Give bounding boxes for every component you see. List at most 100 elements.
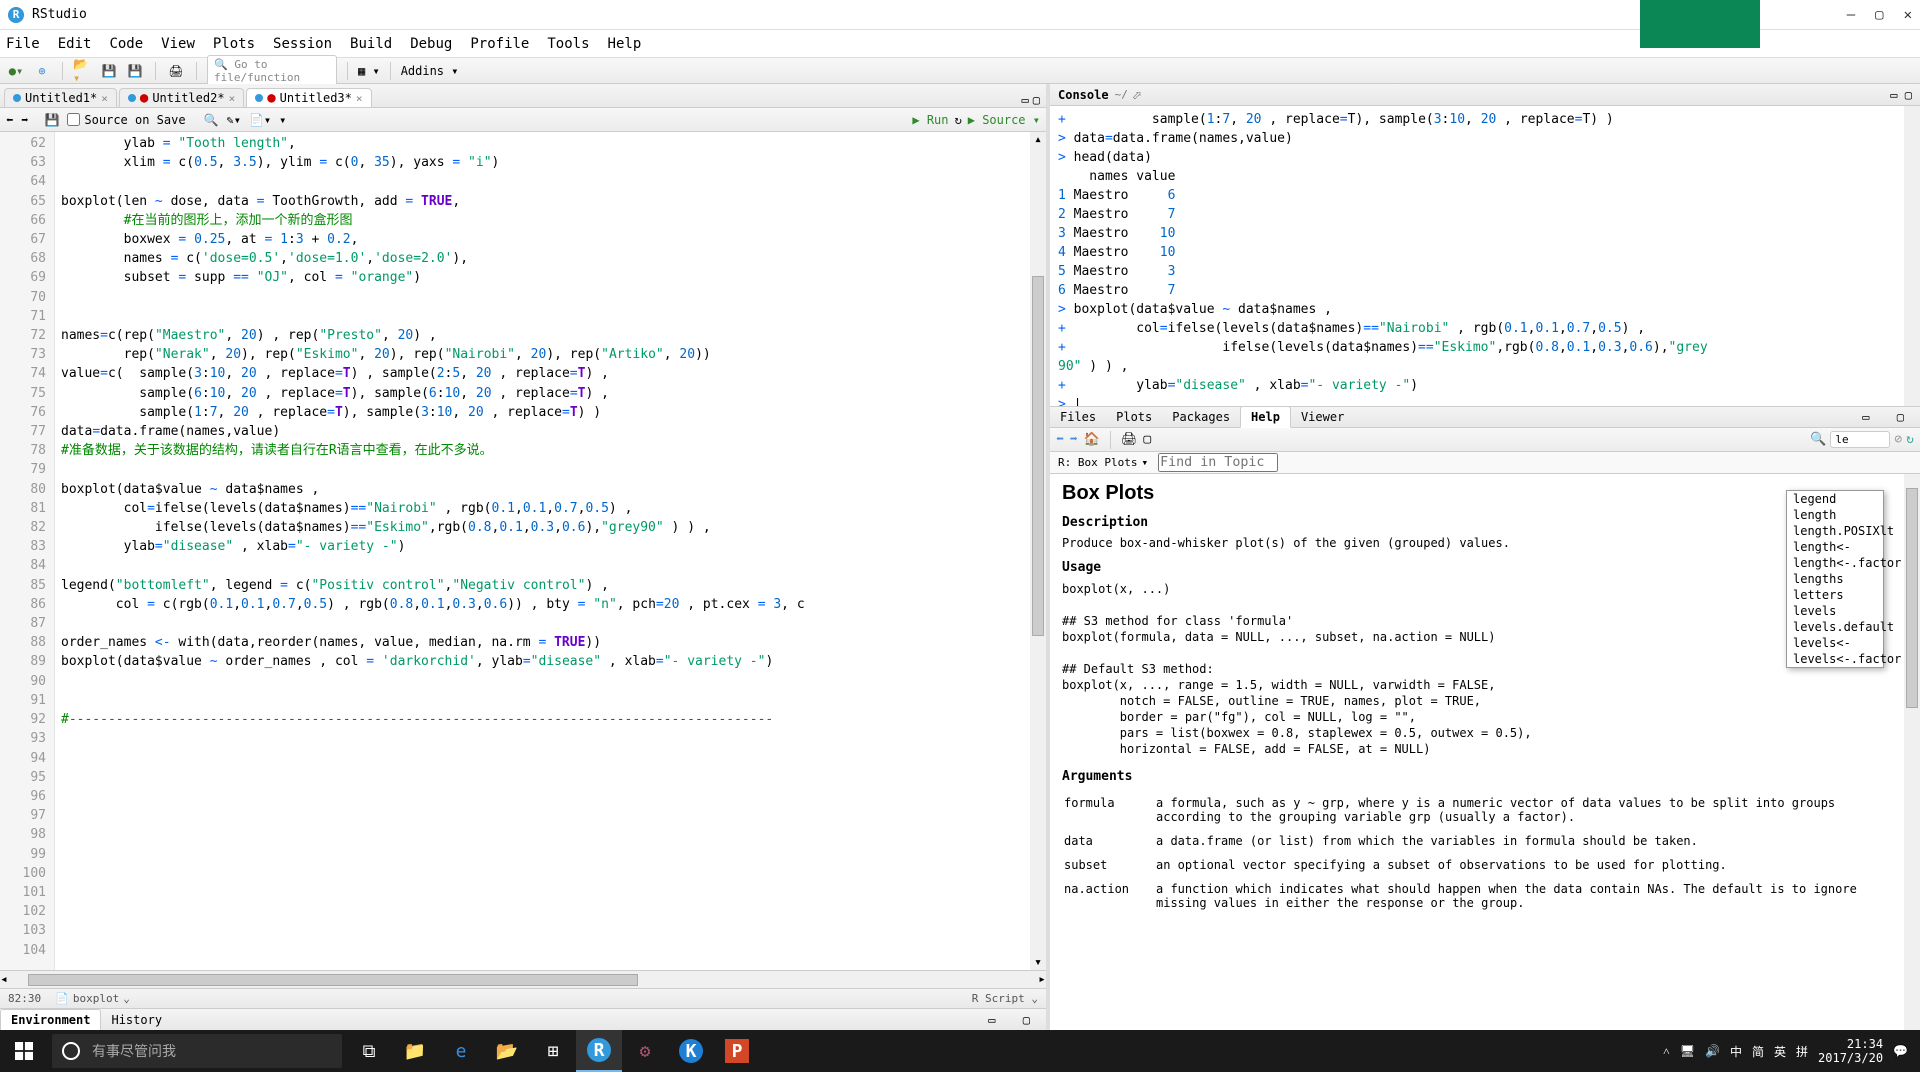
ac-item[interactable]: length.POSIXlt	[1787, 523, 1883, 539]
tab-plots[interactable]: Plots	[1106, 407, 1162, 427]
console-vscroll[interactable]	[1904, 106, 1920, 406]
menu-debug[interactable]: Debug	[410, 36, 452, 52]
maximize-pane-icon[interactable]: ▢	[1033, 93, 1040, 107]
language-label[interactable]: R Script	[972, 992, 1025, 1005]
close-tab-icon[interactable]: ×	[229, 92, 236, 105]
menu-edit[interactable]: Edit	[58, 36, 92, 52]
ac-item[interactable]: levels.default	[1787, 619, 1883, 635]
kugou-icon[interactable]: K	[668, 1030, 714, 1072]
new-file-icon[interactable]: ●▾	[6, 61, 26, 81]
menu-tools[interactable]: Tools	[547, 36, 589, 52]
open-file-icon[interactable]: 📂▾	[73, 61, 93, 81]
ac-item[interactable]: lengths	[1787, 571, 1883, 587]
ac-item[interactable]: levels	[1787, 603, 1883, 619]
ac-item[interactable]: length<-.factor	[1787, 555, 1883, 571]
help-forward-icon[interactable]: ➡	[1070, 432, 1078, 447]
notebook-icon[interactable]: ▾	[279, 113, 286, 127]
toolbar-grid-icon[interactable]: ▦ ▾	[358, 64, 380, 78]
run-button[interactable]: ▶ Run	[912, 113, 948, 127]
help-content[interactable]: Box Plots Description Produce box-and-wh…	[1050, 474, 1920, 1030]
rstudio-task-icon[interactable]: R	[576, 1030, 622, 1072]
maximize-pane-icon[interactable]: ▢	[1905, 88, 1912, 102]
clear-search-icon[interactable]: ⊘	[1894, 432, 1902, 447]
help-vscroll[interactable]	[1904, 474, 1920, 1030]
tab-history[interactable]: History	[101, 1010, 172, 1030]
help-find-input[interactable]	[1158, 453, 1278, 472]
new-project-icon[interactable]: ⊕	[32, 61, 52, 81]
help-window-icon[interactable]: ▢	[1143, 432, 1151, 447]
volume-icon[interactable]: 🔊	[1705, 1044, 1720, 1058]
goto-file-input[interactable]: 🔍 Go to file/function	[207, 55, 337, 87]
current-function[interactable]: boxplot	[73, 992, 119, 1005]
tab-packages[interactable]: Packages	[1162, 407, 1240, 427]
help-topic[interactable]: R: Box Plots	[1058, 456, 1137, 469]
help-back-icon[interactable]: ⬅	[1056, 432, 1064, 447]
minimize-pane-icon[interactable]: ▭	[1022, 93, 1029, 107]
ac-item[interactable]: length	[1787, 507, 1883, 523]
menu-session[interactable]: Session	[273, 36, 332, 52]
menu-view[interactable]: View	[161, 36, 195, 52]
menu-build[interactable]: Build	[350, 36, 392, 52]
ac-item[interactable]: levels<-.factor	[1787, 651, 1883, 667]
tab-help[interactable]: Help	[1240, 406, 1291, 428]
source-editor[interactable]: 6263646566676869707172737475767778798081…	[0, 132, 1046, 970]
editor-vscroll[interactable]: ▴▾	[1030, 132, 1046, 970]
ime-jian[interactable]: 简	[1752, 1043, 1764, 1060]
ac-item[interactable]: length<-	[1787, 539, 1883, 555]
save-all-icon[interactable]: 💾	[125, 61, 145, 81]
ime-zh[interactable]: 中	[1730, 1043, 1742, 1060]
console[interactable]: + sample(1:7, 20 , replace=T), sample(3:…	[1050, 106, 1920, 406]
ac-item[interactable]: levels<-	[1787, 635, 1883, 651]
menu-profile[interactable]: Profile	[470, 36, 529, 52]
code-area[interactable]: ylab = "Tooth length", xlim = c(0.5, 3.5…	[55, 132, 1046, 970]
minimize-button[interactable]: —	[1847, 7, 1855, 23]
ac-item[interactable]: legend	[1787, 491, 1883, 507]
wand-icon[interactable]: ✎▾	[227, 113, 241, 127]
rerun-icon[interactable]: ↻	[955, 113, 962, 127]
tab-untitled3[interactable]: ● Untitled3* ×	[246, 88, 371, 107]
start-button[interactable]	[0, 1030, 48, 1072]
file-explorer-icon[interactable]: 📂	[484, 1030, 530, 1072]
refresh-icon[interactable]: ↻	[1906, 432, 1914, 447]
ime-pin[interactable]: 拼	[1796, 1043, 1808, 1060]
ac-item[interactable]: letters	[1787, 587, 1883, 603]
menu-help[interactable]: Help	[608, 36, 642, 52]
tab-untitled2[interactable]: ● Untitled2* ×	[119, 88, 244, 107]
edge-icon[interactable]: e	[438, 1030, 484, 1072]
menu-file[interactable]: File	[6, 36, 40, 52]
tab-environment[interactable]: Environment	[0, 1009, 101, 1030]
editor-hscroll[interactable]: ◂▸	[0, 970, 1046, 988]
cortana-search[interactable]: 有事尽管问我	[52, 1034, 342, 1068]
taskview-icon[interactable]: ⧉	[346, 1030, 392, 1072]
app-icon[interactable]: ⚙	[622, 1030, 668, 1072]
help-search-input[interactable]	[1830, 431, 1890, 448]
minimize-pane-icon[interactable]: ▭	[1890, 88, 1897, 102]
back-icon[interactable]: ⬅	[6, 113, 13, 127]
addins-menu[interactable]: Addins ▾	[401, 64, 459, 78]
minimize-pane-icon[interactable]: ▭	[978, 1010, 1005, 1030]
powerpoint-icon[interactable]: P	[714, 1030, 760, 1072]
maximize-pane-icon[interactable]: ▢	[1013, 1010, 1040, 1030]
tab-untitled1[interactable]: Untitled1* ×	[4, 88, 117, 107]
ime-lang[interactable]: 英	[1774, 1043, 1786, 1060]
minimize-pane-icon[interactable]: ▭	[1852, 407, 1879, 427]
store-icon[interactable]: ⊞	[530, 1030, 576, 1072]
explorer-icon[interactable]: 📁	[392, 1030, 438, 1072]
autocomplete-popup[interactable]: legendlengthlength.POSIXltlength<-length…	[1786, 490, 1884, 668]
pc-icon[interactable]: 🖥	[1680, 1044, 1695, 1058]
help-home-icon[interactable]: 🏠	[1084, 432, 1100, 447]
report-icon[interactable]: 📄▾	[249, 113, 271, 127]
source-button[interactable]: ▶ Source ▾	[968, 113, 1040, 127]
menu-plots[interactable]: Plots	[213, 36, 255, 52]
clock[interactable]: 21:34 2017/3/20	[1818, 1037, 1883, 1065]
save-icon[interactable]: 💾	[99, 61, 119, 81]
print-icon[interactable]: 🖨	[166, 61, 186, 81]
forward-icon[interactable]: ➡	[21, 113, 28, 127]
show-in-new-icon[interactable]: 💾	[44, 113, 59, 127]
maximize-pane-icon[interactable]: ▢	[1887, 407, 1914, 427]
notifications-icon[interactable]: 💬	[1893, 1044, 1908, 1058]
tab-viewer[interactable]: Viewer	[1291, 407, 1354, 427]
tray-chevron-icon[interactable]: ˄	[1663, 1044, 1670, 1059]
menu-code[interactable]: Code	[109, 36, 143, 52]
tab-files[interactable]: Files	[1050, 407, 1106, 427]
